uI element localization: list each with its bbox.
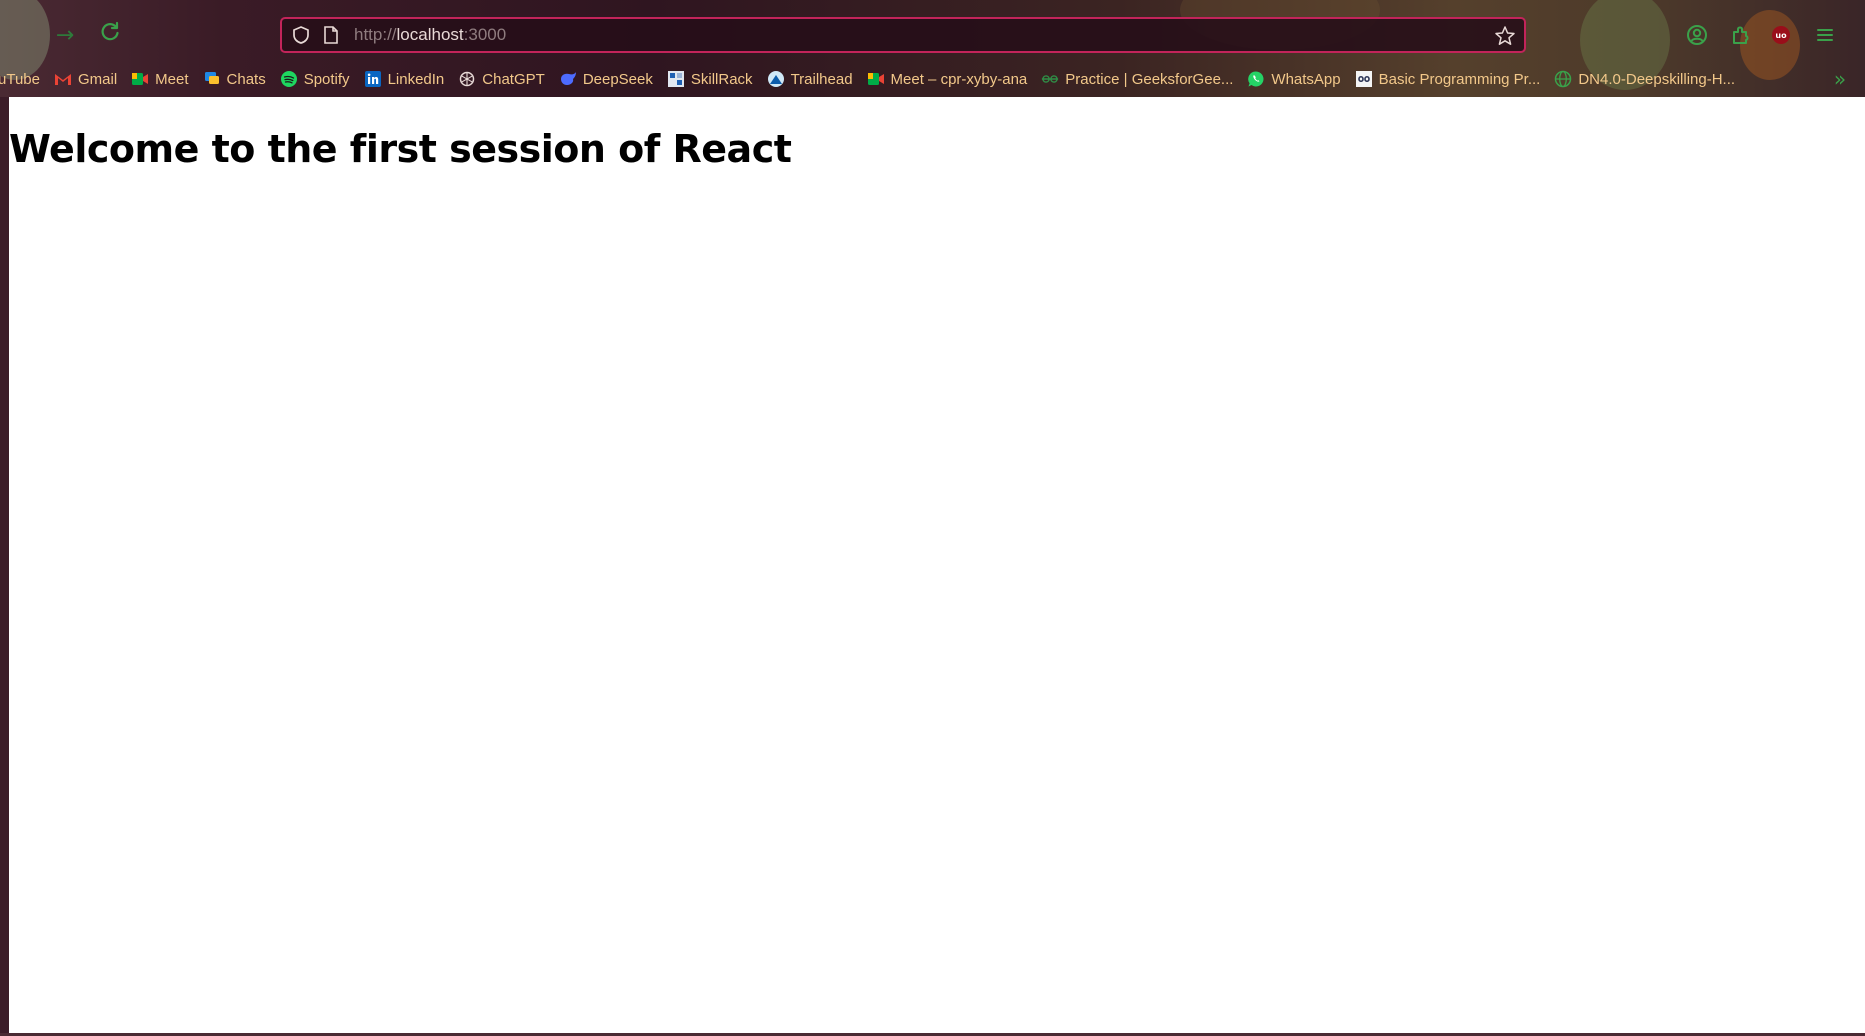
bookmarks-bar: uTube Gmail Meet Chats Spotify LinkedIn …	[0, 64, 1865, 94]
url-host: localhost	[396, 25, 464, 44]
globe-icon	[1554, 70, 1572, 88]
page-viewport: Welcome to the first session of React	[9, 97, 1865, 1033]
bookmark-star-icon[interactable]	[1494, 25, 1516, 47]
bookmark-deepseek[interactable]: DeepSeek	[559, 70, 653, 88]
navigation-bar: → http://localhost:3000 uo	[0, 14, 1865, 58]
reload-button[interactable]	[95, 20, 125, 50]
ublock-badge: uo	[1772, 26, 1790, 44]
page-heading: Welcome to the first session of React	[9, 127, 792, 171]
chatgpt-icon	[458, 70, 476, 88]
extensions-icon[interactable]	[1726, 20, 1756, 50]
address-bar[interactable]: http://localhost:3000	[280, 17, 1526, 53]
bookmark-label: Practice | GeeksforGee...	[1065, 70, 1234, 88]
bookmark-skillrack[interactable]: SkillRack	[667, 70, 753, 88]
bookmark-chats[interactable]: Chats	[203, 70, 266, 88]
window-left-edge	[0, 97, 9, 1036]
url-text[interactable]: http://localhost:3000	[354, 25, 506, 45]
bookmark-meet-cpr[interactable]: Meet – cpr-xyby-ana	[867, 70, 1028, 88]
bookmark-label: uTube	[0, 70, 40, 88]
bookmark-gmail[interactable]: Gmail	[54, 70, 117, 88]
bookmark-label: Trailhead	[790, 70, 853, 88]
bookmark-label: WhatsApp	[1271, 70, 1341, 88]
deepseek-icon	[559, 70, 577, 88]
shield-icon[interactable]	[290, 24, 312, 46]
spotify-icon	[280, 70, 298, 88]
geeksforgeeks-icon	[1041, 70, 1059, 88]
bookmark-basic-programming[interactable]: Basic Programming Pr...	[1355, 70, 1541, 88]
url-scheme: http://	[354, 25, 397, 44]
bookmark-whatsapp[interactable]: WhatsApp	[1247, 70, 1341, 88]
chat-icon	[203, 70, 221, 88]
browser-window: → http://localhost:3000 uo uTube Gmail M…	[0, 0, 1865, 1036]
trailhead-icon	[767, 70, 785, 88]
hackerearth-icon	[1355, 70, 1373, 88]
double-chevron-right-icon: »	[1833, 67, 1847, 91]
toolbar-right-icons: uo	[1682, 20, 1840, 50]
page-info-icon[interactable]	[320, 24, 342, 46]
bookmark-label: Gmail	[77, 70, 118, 88]
bookmark-label: Chats	[226, 70, 266, 88]
whatsapp-icon	[1247, 70, 1265, 88]
bookmark-label: Meet	[155, 70, 189, 88]
bookmark-label: LinkedIn	[387, 70, 445, 88]
bookmark-linkedin[interactable]: LinkedIn	[364, 70, 445, 88]
gmail-icon	[54, 70, 72, 88]
bookmark-label: Spotify	[303, 70, 350, 88]
arrow-right-icon: →	[55, 22, 75, 48]
menu-icon[interactable]	[1810, 20, 1840, 50]
ublock-icon[interactable]: uo	[1766, 20, 1796, 50]
forward-button[interactable]: →	[50, 20, 80, 50]
bookmark-label: Meet – cpr-xyby-ana	[890, 70, 1028, 88]
bookmark-geeksforgeeks[interactable]: Practice | GeeksforGee...	[1041, 70, 1233, 88]
bookmark-label: ChatGPT	[482, 70, 545, 88]
bookmark-meet[interactable]: Meet	[131, 70, 189, 88]
bookmark-youtube[interactable]: uTube	[0, 71, 40, 88]
skillrack-icon	[667, 70, 685, 88]
bookmark-label: DeepSeek	[582, 70, 653, 88]
account-icon[interactable]	[1682, 20, 1712, 50]
bookmark-chatgpt[interactable]: ChatGPT	[458, 70, 545, 88]
bookmark-dn40[interactable]: DN4.0-Deepskilling-H...	[1554, 70, 1735, 88]
meet-icon	[867, 70, 885, 88]
bookmark-trailhead[interactable]: Trailhead	[767, 70, 853, 88]
bookmark-label: DN4.0-Deepskilling-H...	[1578, 70, 1736, 88]
browser-toolbar: → http://localhost:3000 uo uTube Gmail M…	[0, 0, 1865, 97]
bookmark-spotify[interactable]: Spotify	[280, 70, 350, 88]
bookmark-label: SkillRack	[690, 70, 753, 88]
url-port: :3000	[463, 25, 507, 44]
meet-icon	[131, 70, 149, 88]
linkedin-icon	[364, 70, 382, 88]
bookmark-label: Basic Programming Pr...	[1378, 70, 1541, 88]
reload-icon	[99, 21, 121, 49]
bookmarks-overflow-button[interactable]: »	[1827, 64, 1853, 94]
